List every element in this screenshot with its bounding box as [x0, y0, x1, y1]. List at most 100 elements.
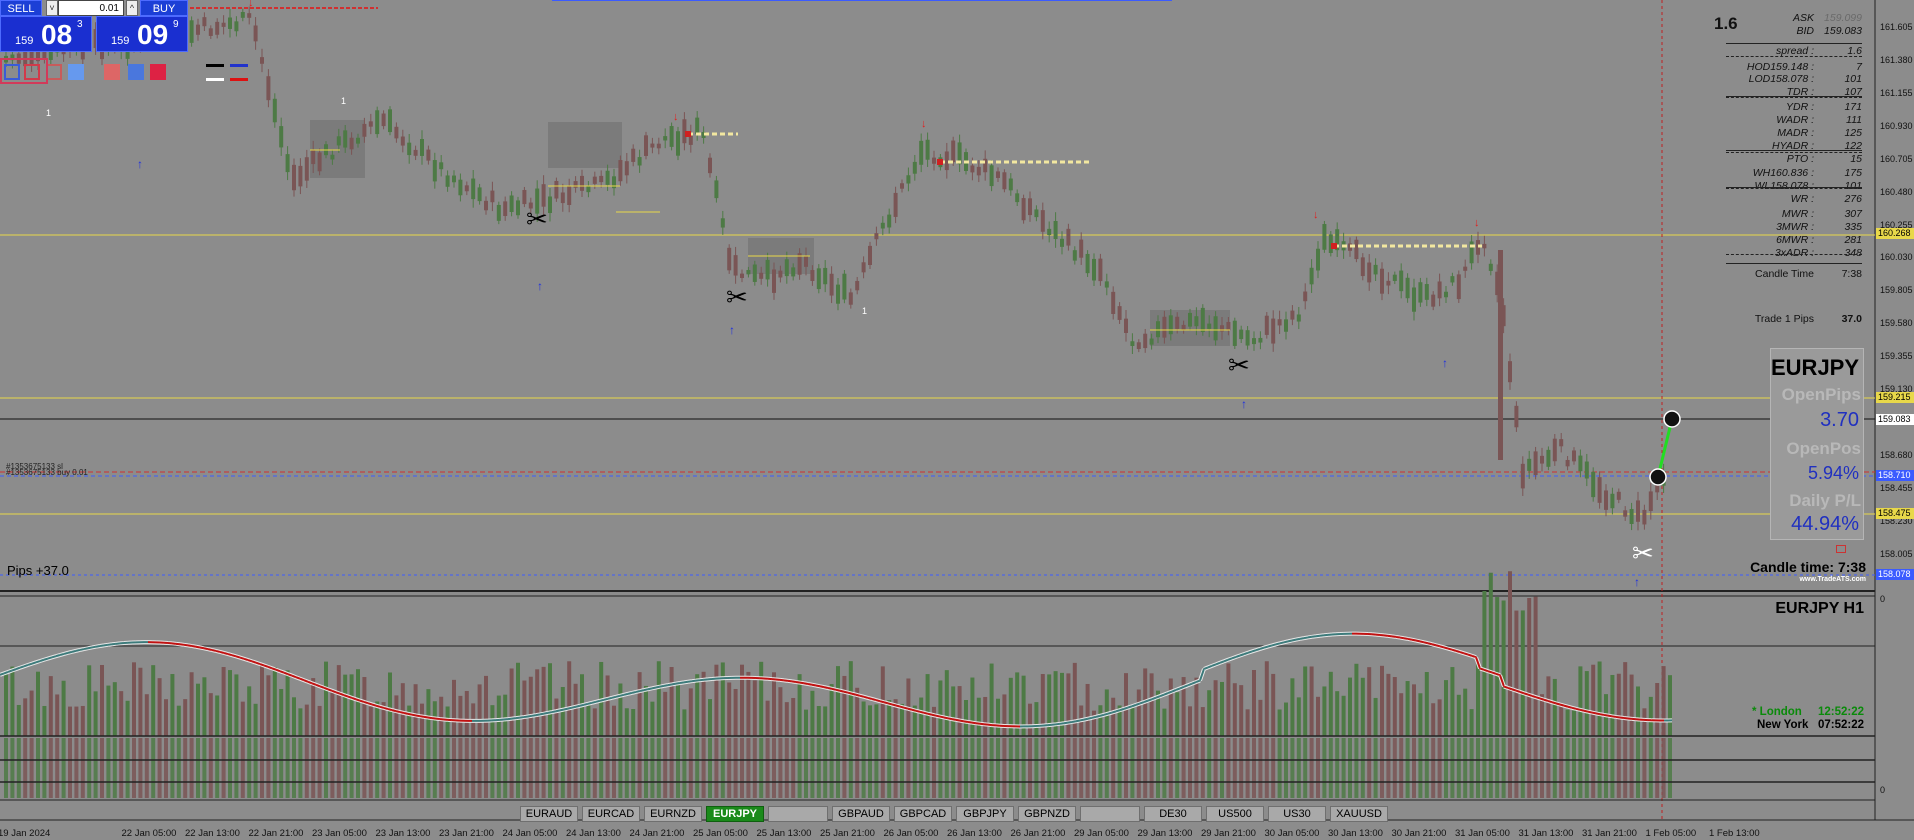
- volume-bar: [464, 690, 469, 736]
- ma-line: [907, 707, 913, 711]
- sell-price-box[interactable]: 159 08 3: [0, 16, 92, 52]
- volume-bar: [292, 738, 296, 798]
- volume-bar: [298, 738, 303, 798]
- ma-line: [411, 713, 417, 717]
- volume-bar: [458, 695, 463, 736]
- volume-bar: [919, 697, 924, 736]
- bid-prefix: 159: [15, 35, 34, 47]
- volume-bar: [1104, 738, 1109, 798]
- symbol-tab[interactable]: EURAUD: [520, 806, 578, 822]
- color-swatch[interactable]: [104, 64, 120, 80]
- candle: [816, 268, 821, 290]
- symbol-tab[interactable]: GBPCAD: [894, 806, 952, 822]
- line-style-icon[interactable]: [230, 78, 248, 81]
- info-row-label: ASK: [1792, 12, 1814, 24]
- volume-bar: [1450, 667, 1455, 736]
- ma-line: [1155, 695, 1161, 699]
- volume-bar: [516, 662, 520, 736]
- info-row-value: 307: [1844, 208, 1862, 220]
- symbol-tab[interactable]: GBPJPY: [956, 806, 1014, 822]
- symbol-tab[interactable]: XAUUSD: [1330, 806, 1388, 822]
- volume-bar: [1002, 738, 1007, 798]
- info-separator: [1726, 43, 1862, 44]
- volume-bar: [772, 672, 776, 736]
- color-swatch[interactable]: [150, 64, 166, 80]
- volume-bar: [407, 705, 412, 736]
- symbol-tab[interactable]: GBPNZD: [1018, 806, 1076, 822]
- ma-line: [1123, 706, 1129, 710]
- arrow-down-icon: ↓: [248, 0, 254, 9]
- buy-button[interactable]: BUY: [140, 0, 188, 16]
- ask-main: 09: [137, 19, 169, 50]
- color-swatch[interactable]: [128, 64, 144, 80]
- volume-bar: [484, 738, 488, 798]
- price-axis-label: 160.930: [1880, 121, 1913, 131]
- ma-line: [1307, 635, 1313, 639]
- line-style-icon[interactable]: [230, 64, 248, 67]
- close-icon[interactable]: [1836, 545, 1846, 553]
- lot-step-up[interactable]: ^: [126, 0, 138, 16]
- volume-bar: [740, 738, 744, 798]
- line-style-icon[interactable]: [206, 78, 224, 81]
- candle: [900, 183, 904, 189]
- lot-step-down[interactable]: ˅: [46, 0, 58, 16]
- ma-line: [279, 670, 285, 674]
- ma-line: [839, 689, 845, 693]
- line-style-icon[interactable]: [206, 64, 224, 67]
- volume-bar: [317, 705, 322, 736]
- ma-line: [359, 699, 365, 703]
- volume-bar: [330, 692, 335, 736]
- ma-line: [283, 671, 289, 676]
- ma-line: [327, 688, 333, 692]
- info-row-label: MADR :: [1777, 127, 1814, 139]
- wave-label: 1: [46, 108, 51, 118]
- volume-bar: [1520, 610, 1525, 736]
- volume-bar: [1098, 738, 1103, 798]
- volume-bar: [528, 676, 533, 736]
- volume-bar: [61, 738, 66, 798]
- volume-bar: [1392, 677, 1397, 736]
- info-row-value: 159.099: [1824, 12, 1862, 24]
- volume-bar: [196, 738, 200, 798]
- symbol-tab[interactable]: EURJPY: [706, 806, 764, 822]
- candle: [1303, 291, 1308, 302]
- color-swatch[interactable]: [46, 64, 62, 80]
- info-row-label: BID: [1796, 25, 1814, 37]
- symbol-tab[interactable]: US500: [1206, 806, 1264, 822]
- volume-bar: [765, 738, 770, 798]
- volume-bar: [400, 683, 405, 736]
- symbol-tab[interactable]: GBPAUD: [832, 806, 890, 822]
- volume-bar: [1463, 738, 1468, 798]
- ma-line: [1583, 709, 1589, 713]
- candle: [1623, 510, 1628, 517]
- volume-bar: [1642, 708, 1647, 736]
- ma-line: [387, 708, 393, 712]
- buy-price-box[interactable]: 159 09 9: [96, 16, 188, 52]
- symbol-tab[interactable]: EURCAD: [582, 806, 640, 822]
- candle: [279, 126, 284, 148]
- candle: [1498, 250, 1503, 460]
- volume-bar: [1636, 738, 1640, 798]
- ma-line: [1411, 638, 1417, 642]
- sell-button[interactable]: SELL: [0, 0, 42, 16]
- volume-bar: [1060, 672, 1064, 736]
- newyork-session-time: 07:52:22: [1818, 719, 1865, 731]
- ma-line: [823, 686, 829, 689]
- color-swatch[interactable]: [68, 64, 84, 80]
- volume-bar: [1482, 738, 1487, 798]
- volume-bar: [452, 679, 456, 736]
- lot-size-input[interactable]: [58, 0, 124, 16]
- symbol-tab[interactable]: DE30: [1144, 806, 1202, 822]
- volume-bar: [87, 738, 92, 798]
- ma-line: [1115, 709, 1121, 713]
- level-marker: [685, 131, 691, 137]
- symbol-tab[interactable]: [768, 806, 828, 822]
- ma-line: [407, 712, 413, 716]
- symbol-tab[interactable]: EURNZD: [644, 806, 702, 822]
- volume-bar: [29, 690, 34, 736]
- symbol-tab[interactable]: [1080, 806, 1140, 822]
- volume-bar: [1431, 738, 1436, 798]
- price-chart[interactable]: ✂✂✂✂↑↑↑↑↑↑↓↓↓↓↓111: [0, 0, 1914, 840]
- info-row-value: 101: [1844, 180, 1862, 192]
- symbol-tab[interactable]: US30: [1268, 806, 1326, 822]
